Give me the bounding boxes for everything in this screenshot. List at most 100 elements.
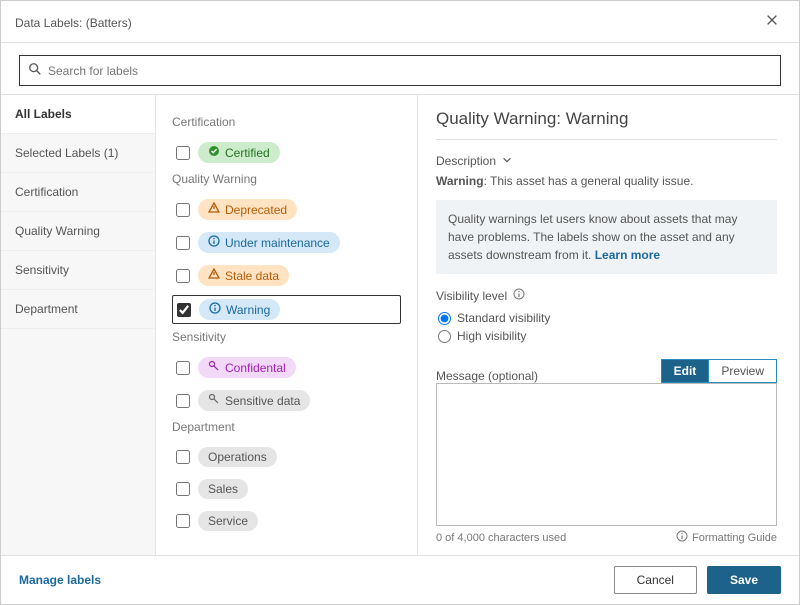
info-box-text: Quality warnings let users know about as… (448, 212, 737, 262)
checkbox-maintenance[interactable] (176, 236, 190, 250)
chip-label: Deprecated (225, 203, 287, 217)
section-sensitivity: Sensitivity (172, 330, 401, 344)
chip-sensitive: Sensitive data (198, 390, 310, 411)
label-row-deprecated[interactable]: Deprecated (172, 196, 401, 223)
chip-label: Under maintenance (225, 236, 330, 250)
checkbox-sensitive[interactable] (176, 394, 190, 408)
warn-icon (208, 202, 220, 217)
dialog-footer: Manage labels Cancel Save (1, 555, 799, 604)
message-header: Message (optional) Edit Preview (436, 359, 777, 383)
chip-label: Warning (226, 303, 270, 317)
save-button[interactable]: Save (707, 566, 781, 594)
checkbox-deprecated[interactable] (176, 203, 190, 217)
search-wrap (1, 43, 799, 94)
footer-buttons: Cancel Save (614, 566, 781, 594)
search-box[interactable] (19, 55, 781, 86)
label-row-sales[interactable]: Sales (172, 476, 401, 502)
chip-sales: Sales (198, 479, 248, 499)
titlebar: Data Labels: (Batters) (1, 1, 799, 43)
section-quality: Quality Warning (172, 172, 401, 186)
nav-all-labels[interactable]: All Labels (1, 95, 155, 134)
chevron-down-icon (502, 154, 512, 168)
label-row-operations[interactable]: Operations (172, 444, 401, 470)
label-row-stale[interactable]: Stale data (172, 262, 401, 289)
message-textarea[interactable] (436, 383, 777, 526)
description-name: Warning (436, 174, 484, 188)
cancel-button[interactable]: Cancel (614, 566, 697, 594)
char-count: 0 of 4,000 characters used (436, 532, 566, 544)
detail-heading: Quality Warning: Warning (436, 109, 777, 129)
data-labels-dialog: Data Labels: (Batters) All Labels Select… (0, 0, 800, 605)
section-department: Department (172, 420, 401, 434)
section-certification: Certification (172, 115, 401, 129)
chip-label: Sensitive data (225, 394, 300, 408)
check-icon (208, 145, 220, 160)
warn-icon (208, 268, 220, 283)
manage-labels-link[interactable]: Manage labels (19, 573, 101, 587)
chip-label: Stale data (225, 269, 279, 283)
description-text: Warning: This asset has a general qualit… (436, 174, 777, 188)
info-icon (208, 235, 220, 250)
chip-label: Confidental (225, 361, 286, 375)
checkbox-sales[interactable] (176, 482, 190, 496)
nav-quality-warning[interactable]: Quality Warning (1, 212, 155, 251)
radio-standard[interactable] (438, 312, 451, 325)
info-icon (209, 302, 221, 317)
checkbox-certified[interactable] (176, 146, 190, 160)
visibility-standard[interactable]: Standard visibility (438, 311, 777, 325)
message-label: Message (optional) (436, 369, 538, 383)
visibility-label-text: Visibility level (436, 289, 507, 303)
radio-standard-label: Standard visibility (457, 311, 550, 325)
description-body: : This asset has a general quality issue… (484, 174, 694, 188)
learn-more-link[interactable]: Learn more (595, 248, 660, 262)
chip-certified: Certified (198, 142, 280, 163)
chip-maintenance: Under maintenance (198, 232, 340, 253)
dialog-title: Data Labels: (Batters) (15, 16, 132, 30)
info-icon (676, 530, 688, 545)
checkbox-operations[interactable] (176, 450, 190, 464)
chip-confidential: Confidental (198, 357, 296, 378)
label-row-confidential[interactable]: Confidental (172, 354, 401, 381)
chip-deprecated: Deprecated (198, 199, 297, 220)
label-row-warning[interactable]: Warning (172, 295, 401, 324)
tab-edit[interactable]: Edit (661, 359, 709, 383)
nav-sensitivity[interactable]: Sensitivity (1, 251, 155, 290)
dialog-body: All Labels Selected Labels (1) Certifica… (1, 94, 799, 555)
formatting-guide-link[interactable]: Formatting Guide (676, 530, 777, 545)
checkbox-warning[interactable] (177, 303, 191, 317)
key-icon (208, 393, 220, 408)
checkbox-confidential[interactable] (176, 361, 190, 375)
label-row-maintenance[interactable]: Under maintenance (172, 229, 401, 256)
checkbox-service[interactable] (176, 514, 190, 528)
category-nav: All Labels Selected Labels (1) Certifica… (1, 95, 156, 555)
chip-service: Service (198, 511, 258, 531)
search-input[interactable] (48, 64, 772, 78)
radio-high-label: High visibility (457, 329, 526, 343)
key-icon (208, 360, 220, 375)
message-tabs: Edit Preview (661, 359, 777, 383)
description-label: Description (436, 154, 496, 168)
formatting-guide-label: Formatting Guide (692, 532, 777, 544)
info-icon[interactable] (513, 288, 525, 303)
visibility-high[interactable]: High visibility (438, 329, 777, 343)
nav-certification[interactable]: Certification (1, 173, 155, 212)
nav-department[interactable]: Department (1, 290, 155, 329)
description-toggle[interactable]: Description (436, 154, 777, 168)
search-icon (28, 62, 42, 79)
checkbox-stale[interactable] (176, 269, 190, 283)
chip-warning: Warning (199, 299, 280, 320)
chip-stale: Stale data (198, 265, 289, 286)
label-row-service[interactable]: Service (172, 508, 401, 534)
chip-operations: Operations (198, 447, 277, 467)
chip-label: Service (208, 514, 248, 528)
message-footer: 0 of 4,000 characters used Formatting Gu… (436, 530, 777, 545)
label-row-certified[interactable]: Certified (172, 139, 401, 166)
tab-preview[interactable]: Preview (708, 359, 777, 383)
radio-high[interactable] (438, 330, 451, 343)
nav-selected-labels[interactable]: Selected Labels (1) (1, 134, 155, 173)
label-row-sensitive[interactable]: Sensitive data (172, 387, 401, 414)
chip-label: Operations (208, 450, 267, 464)
detail-panel: Quality Warning: Warning Description War… (418, 95, 799, 555)
divider (436, 139, 777, 140)
close-icon[interactable] (759, 11, 785, 34)
